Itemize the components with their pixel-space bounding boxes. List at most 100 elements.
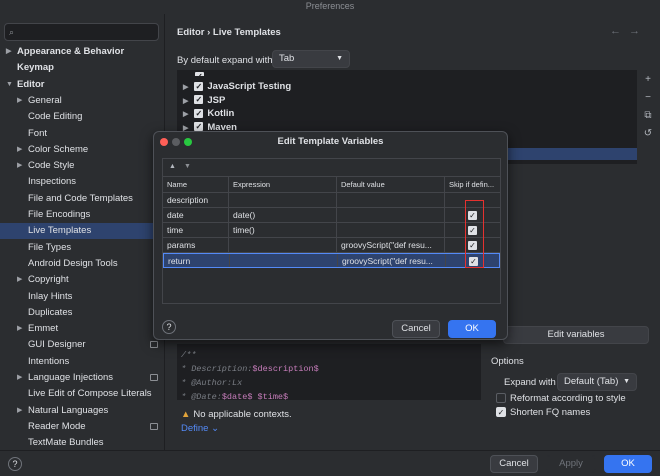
chevron-right-icon: ▶ xyxy=(17,374,23,381)
sidebar-item[interactable]: Inlay Hints xyxy=(0,289,164,305)
sidebar-item[interactable]: File and Code Templates xyxy=(0,191,164,207)
sidebar-item-label: Color Scheme xyxy=(28,143,89,155)
cell-default-value[interactable]: groovyScript("def resu... xyxy=(338,254,446,267)
sidebar-item[interactable]: Keymap xyxy=(0,60,164,76)
chevron-right-icon: ▶ xyxy=(183,84,189,91)
cell-name[interactable]: description xyxy=(163,193,229,207)
sidebar-item[interactable]: TextMate Bundles xyxy=(0,435,164,451)
template-group[interactable]: ▶ ✓ JSP xyxy=(183,94,225,108)
editor-line: * Description:$description$ xyxy=(181,364,319,374)
sidebar-item-label: GUI Designer xyxy=(28,339,86,351)
table-row[interactable]: date date() ✓ xyxy=(163,208,500,223)
search-input[interactable]: ⌕ xyxy=(4,23,159,41)
sidebar-item[interactable]: ▼ Editor xyxy=(0,77,164,93)
column-header-skip[interactable]: Skip if defin... xyxy=(445,177,500,192)
chevron-right-icon: ▶ xyxy=(17,145,23,153)
column-header-name[interactable]: Name xyxy=(163,177,229,192)
sidebar-item[interactable]: Live Edit of Compose Literals xyxy=(0,386,164,402)
table-row[interactable]: return groovyScript("def resu... ✓ xyxy=(163,253,500,268)
template-text-editor[interactable]: /** * Description:$description$ * @Autho… xyxy=(177,344,481,400)
cell-expression[interactable]: date() xyxy=(229,208,337,222)
check-icon: ✓ xyxy=(496,407,506,418)
sidebar-item[interactable]: Reader Mode xyxy=(0,419,164,435)
cell-default-value[interactable] xyxy=(337,208,445,222)
ok-button[interactable]: OK xyxy=(604,455,652,473)
sidebar-item[interactable]: ▶ Code Style xyxy=(0,158,164,174)
table-row[interactable]: description xyxy=(163,193,500,208)
remove-icon[interactable]: − xyxy=(641,92,655,110)
table-row[interactable]: params groovyScript("def resu... ✓ xyxy=(163,238,500,253)
restore-icon[interactable]: ↺ xyxy=(641,128,655,146)
sidebar-item-label: Inspections xyxy=(28,176,77,188)
cell-default-value[interactable] xyxy=(337,193,445,207)
sidebar-item[interactable]: ▶ Natural Languages xyxy=(0,403,164,419)
dialog-ok-button[interactable]: OK xyxy=(448,320,496,338)
sidebar-item[interactable]: Code Editing xyxy=(0,109,164,125)
table-header: Name Expression Default value Skip if de… xyxy=(163,177,500,193)
sidebar-item[interactable]: ▶ Color Scheme xyxy=(0,142,164,158)
help-button[interactable]: ? xyxy=(8,457,22,471)
sidebar-item[interactable]: Intentions xyxy=(0,354,164,370)
cancel-button[interactable]: Cancel xyxy=(490,455,538,473)
sidebar-item-label: Reader Mode xyxy=(28,420,86,432)
warning-icon: ▲ xyxy=(181,409,191,420)
shorten-fq-checkbox[interactable]: ✓ Shorten FQ names xyxy=(496,407,590,419)
chevron-right-icon: ▶ xyxy=(183,111,189,118)
cell-name[interactable]: return xyxy=(164,254,230,267)
check-icon[interactable]: ✓ xyxy=(194,81,204,91)
sidebar-item[interactable]: File Types xyxy=(0,240,164,256)
apply-button[interactable]: Apply xyxy=(546,455,596,473)
history-nav: ←→ xyxy=(610,25,648,37)
cell-expression[interactable] xyxy=(230,254,338,267)
cell-default-value[interactable] xyxy=(337,223,445,237)
check-icon[interactable]: ✓ xyxy=(194,108,204,118)
options-expand-with-dropdown[interactable]: Default (Tab) ▼ xyxy=(557,373,637,391)
sidebar-item[interactable]: Inspections xyxy=(0,174,164,190)
sidebar-item[interactable]: Font xyxy=(0,126,164,142)
cell-expression[interactable] xyxy=(229,238,337,252)
breadcrumb: Editor › Live Templates xyxy=(177,27,281,38)
sidebar-item-label: File and Code Templates xyxy=(28,192,133,204)
edit-variables-button[interactable]: Edit variables xyxy=(503,326,649,344)
sidebar-item[interactable]: ▶ General xyxy=(0,93,164,109)
expand-with-dropdown[interactable]: Tab ▼ xyxy=(272,50,350,68)
sidebar-item[interactable]: Duplicates xyxy=(0,305,164,321)
reformat-checkbox[interactable]: Reformat according to style xyxy=(496,393,626,405)
template-group[interactable]: ▶ ✓ Kotlin xyxy=(183,107,234,121)
define-context-link[interactable]: Define ⌄ xyxy=(181,423,219,434)
check-icon[interactable]: ✓ xyxy=(194,95,204,105)
editor-line: * @Author:Lx xyxy=(181,378,243,388)
sidebar-item[interactable]: ▶ Copyright xyxy=(0,272,164,288)
dialog-cancel-button[interactable]: Cancel xyxy=(392,320,440,338)
search-icon: ⌕ xyxy=(9,27,15,37)
sidebar-item[interactable]: ▶ Emmet xyxy=(0,321,164,337)
sidebar-item[interactable]: Live Templates xyxy=(0,223,164,240)
cell-expression[interactable]: time() xyxy=(229,223,337,237)
sidebar-item[interactable]: ▶ Appearance & Behavior xyxy=(0,44,164,60)
add-icon[interactable]: + xyxy=(641,74,655,92)
sidebar-item-label: Copyright xyxy=(28,274,69,286)
sidebar-item[interactable]: ▶ Language Injections xyxy=(0,370,164,386)
sidebar-item[interactable]: File Encodings xyxy=(0,207,164,223)
template-group[interactable]: ▶ ✓ JavaScript Testing xyxy=(183,80,291,94)
variables-table: Name Expression Default value Skip if de… xyxy=(162,176,501,304)
cell-name[interactable]: date xyxy=(163,208,229,222)
sidebar-item-label: Intentions xyxy=(28,355,70,367)
forward-arrow-icon[interactable]: → xyxy=(629,25,648,37)
sidebar-item[interactable]: GUI Designer xyxy=(0,337,164,353)
cell-name[interactable]: params xyxy=(163,238,229,252)
cell-name[interactable]: time xyxy=(163,223,229,237)
table-row[interactable]: time time() ✓ xyxy=(163,223,500,238)
sidebar-item[interactable]: Android Design Tools xyxy=(0,256,164,272)
back-arrow-icon[interactable]: ← xyxy=(610,25,629,37)
move-down-icon[interactable]: ▼ xyxy=(184,163,199,170)
dialog-help-button[interactable]: ? xyxy=(162,320,176,334)
cell-expression[interactable] xyxy=(229,193,337,207)
highlight-box xyxy=(465,200,484,268)
copy-icon[interactable]: ⧉ xyxy=(641,110,655,128)
sidebar-item-label: Editor xyxy=(17,78,45,90)
column-header-expression[interactable]: Expression xyxy=(229,177,337,192)
move-up-icon[interactable]: ▲ xyxy=(169,163,184,170)
cell-default-value[interactable]: groovyScript("def resu... xyxy=(337,238,445,252)
column-header-default[interactable]: Default value xyxy=(337,177,445,192)
